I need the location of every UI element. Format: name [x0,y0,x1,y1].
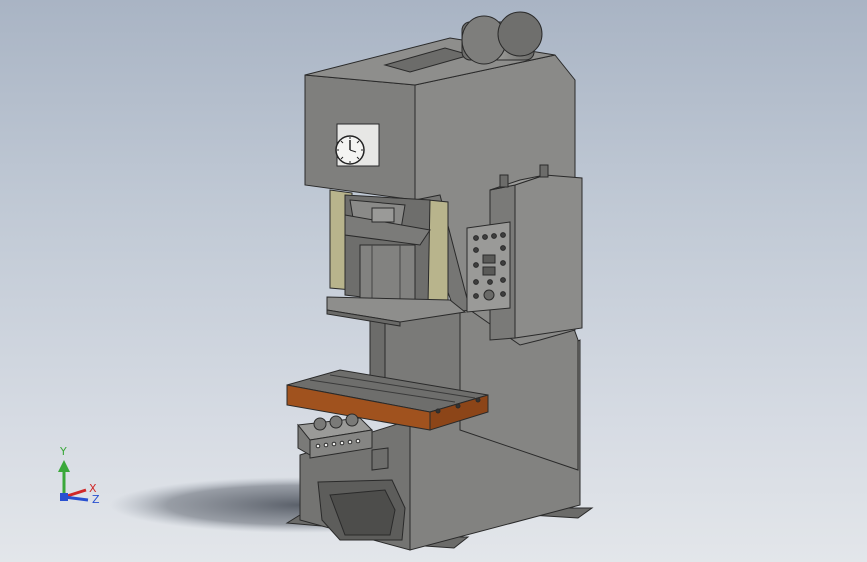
y-axis-label: Y [59,445,67,458]
control-panel [466,221,511,313]
coordinate-triad: Y X Z [58,445,100,506]
z-axis-label: Z [92,493,100,506]
y-axis-arrowhead [58,460,70,472]
triad-origin [60,493,68,501]
pressure-gauge [335,123,380,167]
slide-guides [329,189,449,306]
cad-viewport[interactable]: Y X Z [0,0,867,562]
motor-drum [461,11,543,65]
press-model-scene[interactable]: Y X Z [0,0,867,562]
